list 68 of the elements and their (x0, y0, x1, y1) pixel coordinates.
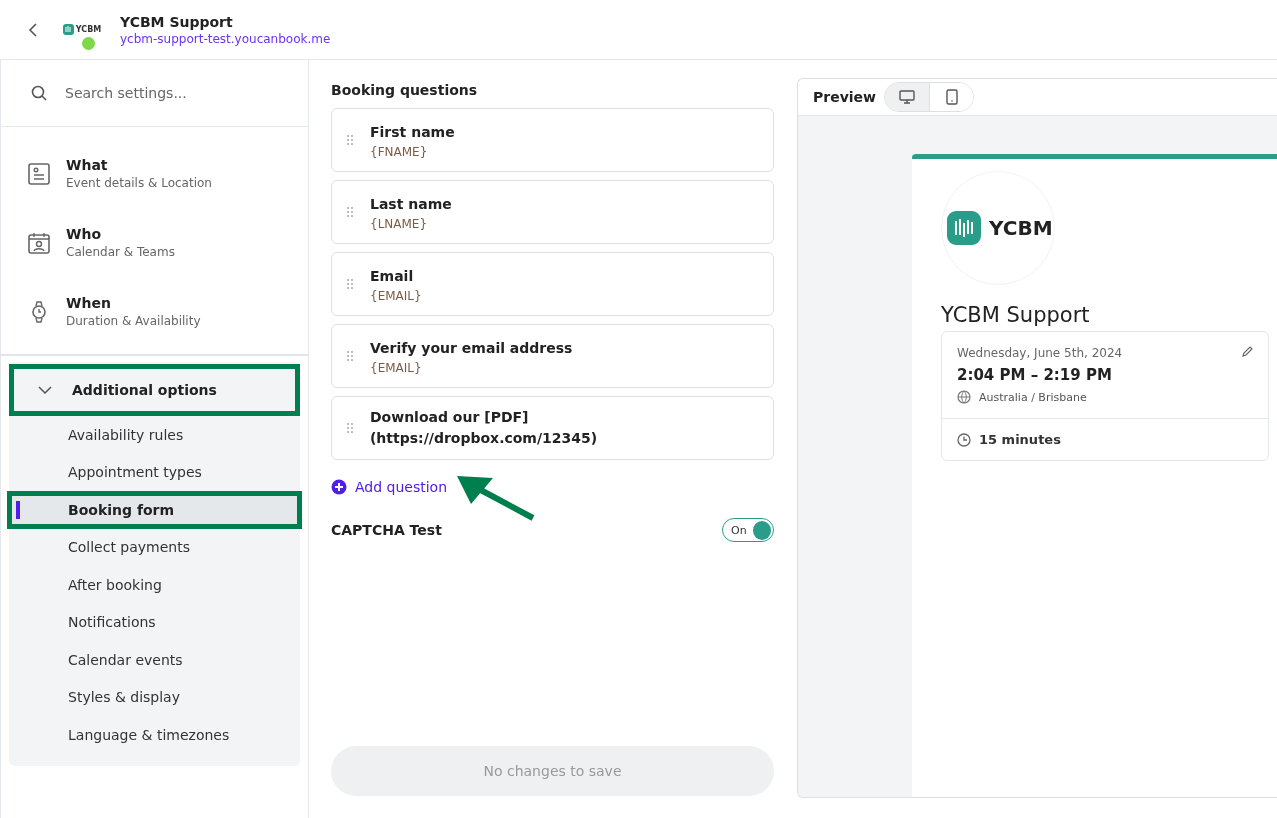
section-subtitle: Calendar & Teams (66, 245, 175, 259)
sidebar-item[interactable]: After booking (7, 566, 302, 604)
question-label: First name (370, 122, 455, 142)
question-card[interactable]: Verify your email address {EMAIL} (331, 324, 774, 388)
logo-icon (62, 24, 74, 35)
event-date: Wednesday, June 5th, 2024 (957, 346, 1123, 360)
phone-icon (945, 89, 958, 105)
drag-handle-icon[interactable] (346, 134, 354, 146)
merge-token: {EMAIL} (370, 288, 422, 303)
drag-handle-icon[interactable] (346, 206, 354, 218)
logo-text: YCBM (75, 25, 102, 34)
clock-icon (957, 432, 971, 447)
sidebar-item[interactable]: Collect payments (7, 528, 302, 566)
section-title: When (66, 295, 112, 311)
drag-handle-icon[interactable] (346, 422, 354, 434)
settings-section[interactable]: Who Calendar & Teams (1, 208, 308, 277)
section-subtitle: Event details & Location (66, 176, 212, 190)
device-toggle[interactable] (929, 83, 973, 111)
toggle-switch[interactable]: On (722, 518, 774, 542)
sidebar-item[interactable]: Styles & display (7, 678, 302, 716)
section-title: Who (66, 226, 103, 242)
question-label: Last name (370, 194, 452, 214)
section-heading: Booking questions (331, 82, 479, 98)
sidebar-item[interactable]: Calendar events (7, 641, 302, 679)
duration-text: 15 minutes (979, 432, 1061, 447)
chevron-icon (38, 386, 52, 394)
section-subtitle: Duration & Availability (66, 314, 201, 328)
drag-handle-icon[interactable] (346, 278, 354, 290)
settings-section[interactable]: When Duration & Availability (1, 277, 308, 346)
sidebar-item[interactable]: Appointment types (7, 453, 302, 491)
calendar-person-icon (27, 230, 51, 255)
logo-icon (947, 211, 981, 245)
plus-icon (331, 479, 347, 495)
question-card[interactable]: Last name {LNAME} (331, 180, 774, 244)
preview-title: Preview (813, 89, 876, 105)
group-title: Additional options (72, 382, 217, 398)
setting-label: CAPTCHA Test (331, 522, 442, 538)
page-title: YCBM Support (120, 13, 234, 30)
merge-token: {FNAME} (370, 144, 429, 159)
search-icon (31, 85, 47, 101)
sidebar-item[interactable]: Availability rules (7, 416, 302, 454)
event-time: 2:04 PM – 2:19 PM (957, 366, 1113, 384)
section-title: What (66, 157, 109, 173)
question-card[interactable]: Download our [PDF] (https://dropbox.com/12345) (331, 396, 774, 460)
group-header[interactable]: Additional options (9, 364, 300, 416)
question-label: Email (370, 266, 415, 286)
logo-text: YCBM (989, 216, 1053, 240)
question-label: Verify your email address (370, 338, 573, 358)
question-card[interactable]: First name {FNAME} (331, 108, 774, 172)
globe-icon (957, 390, 971, 404)
monitor-icon (899, 89, 915, 105)
document-icon (27, 161, 51, 186)
settings-section[interactable]: What Event details & Location (1, 139, 308, 208)
merge-token: {EMAIL} (370, 360, 423, 375)
add-question-link[interactable]: Add question (331, 479, 448, 495)
pencil-icon[interactable] (1241, 346, 1253, 358)
timezone-text: Australia / Brisbane (979, 390, 1087, 404)
back-icon[interactable] (28, 21, 38, 38)
device-toggle[interactable] (885, 83, 929, 111)
merge-token: {LNAME} (370, 216, 429, 231)
sidebar-item[interactable]: Language & timezones (7, 716, 302, 754)
question-card[interactable]: Email {EMAIL} (331, 252, 774, 316)
event-title: YCBM Support (941, 303, 1091, 327)
booking-link[interactable]: ycbm-support-test.youcanbook.me (120, 31, 331, 46)
sidebar-item[interactable]: Booking form (7, 491, 302, 529)
sidebar-item[interactable]: Notifications (7, 603, 302, 641)
drag-handle-icon[interactable] (346, 350, 354, 362)
question-label: Download our [PDF] (https://dropbox.com/12345) (369, 408, 599, 448)
